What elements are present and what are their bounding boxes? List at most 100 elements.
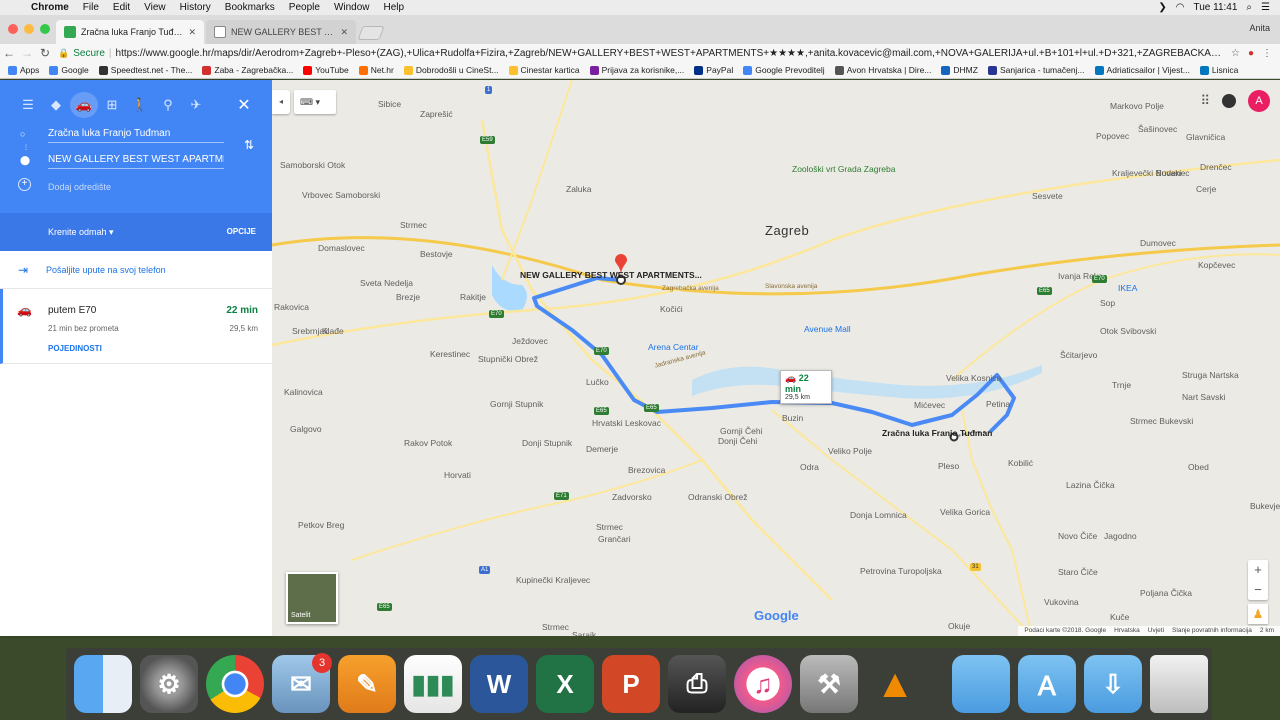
place-label[interactable]: Otok Svibovski [1100, 326, 1156, 336]
send-to-phone[interactable]: ⇥ Pošaljite upute na svoj telefon [0, 251, 272, 289]
bookmark-item[interactable]: Apps [8, 65, 39, 75]
bookmark-item[interactable]: DHMZ [941, 65, 978, 75]
menu-view[interactable]: View [137, 2, 173, 13]
bookmark-item[interactable]: Lisnica [1199, 65, 1238, 75]
car-mode-icon[interactable]: 🚗 [70, 92, 98, 118]
place-label[interactable]: Kalinovica [284, 387, 323, 397]
close-directions-icon[interactable]: ✕ [230, 95, 258, 115]
place-label[interactable]: Jagodno [1104, 531, 1137, 541]
avatar[interactable]: A [1248, 90, 1270, 112]
zoom-window-button[interactable] [40, 24, 50, 34]
place-label[interactable]: Struga Nartska [1182, 370, 1239, 380]
place-label[interactable]: Poljana Čička [1140, 588, 1192, 598]
mail-icon[interactable]: ✉ 3 [272, 653, 332, 713]
keyboard-button[interactable]: ⌨ ▾ [294, 90, 336, 114]
place-label[interactable]: Samoborski Otok [280, 160, 345, 170]
place-label[interactable]: Odranski Obrež [688, 492, 748, 502]
word-icon[interactable]: W [470, 655, 528, 713]
place-label[interactable]: Lučko [586, 377, 609, 387]
chrome-icon[interactable] [206, 655, 264, 713]
route-details-link[interactable]: POJEDINOSTI [48, 344, 102, 353]
place-label[interactable]: Domaslovec [318, 243, 365, 253]
place-label[interactable]: Popovec [1096, 131, 1129, 141]
bike-mode-icon[interactable]: ⚲ [154, 97, 182, 113]
city-label[interactable]: Zagreb [765, 223, 809, 238]
depart-time-dropdown[interactable]: Krenite odmah ▾ [48, 227, 114, 238]
place-label[interactable]: Novo Čiče [1058, 531, 1097, 541]
downloads-folder-icon[interactable]: ⇩ [1084, 655, 1142, 713]
hamburger-menu-icon[interactable]: ☰ [14, 97, 42, 113]
destination-field[interactable]: NEW GALLERY BEST WEST APARTMENTS [48, 154, 224, 169]
destination-label[interactable]: NEW GALLERY BEST WEST APARTMENTS... [520, 270, 702, 280]
migration-icon[interactable]: ⚒ [800, 655, 858, 713]
menu-help[interactable]: Help [377, 2, 412, 13]
place-label[interactable]: Bestovje [420, 249, 453, 259]
place-label[interactable]: Staro Čiče [1058, 567, 1098, 577]
place-label[interactable]: Horvati [444, 470, 471, 480]
map-canvas[interactable]: ◂ ⌨ ▾ ⠿ A Sibice Zaprešić Samoborski Otok V… [272, 80, 1280, 636]
menu-history[interactable]: History [173, 2, 218, 13]
numbers-icon[interactable]: ▮▮▮ [404, 655, 462, 713]
place-label[interactable]: Strmec Bukevski [1130, 416, 1193, 426]
menu-file[interactable]: File [76, 2, 106, 13]
place-label[interactable]: Strmec [400, 220, 427, 230]
place-label[interactable]: Srebrnjak [292, 326, 328, 336]
minimize-window-button[interactable] [24, 24, 34, 34]
feedback-link[interactable]: Slanje povratnih informacija [1172, 627, 1252, 635]
place-label[interactable]: Kopčevec [1198, 260, 1235, 270]
place-label[interactable]: Kerestinec [430, 349, 470, 359]
best-mode-icon[interactable]: ◆ [42, 97, 70, 113]
place-label[interactable]: Glavničica [1186, 132, 1225, 142]
extension-icon[interactable]: ● [1248, 48, 1254, 59]
url-text[interactable]: https://www.google.hr/maps/dir/Aerodrom+… [116, 48, 1223, 59]
place-label[interactable]: Rakitje [460, 292, 486, 302]
tab-gallery[interactable]: NEW GALLERY BEST WEST AP ✕ [206, 20, 356, 44]
bookmark-item[interactable]: Net.hr [358, 65, 394, 75]
place-label[interactable]: Šćitarjevo [1060, 350, 1097, 360]
place-label[interactable]: Dumovec [1140, 238, 1176, 248]
bookmark-item[interactable]: Dobrodošli u CineSt... [403, 65, 499, 75]
place-label[interactable]: Lazina Čička [1066, 480, 1115, 490]
place-label[interactable]: Petkov Breg [298, 520, 344, 530]
flight-mode-icon[interactable]: ✈ [182, 97, 210, 113]
place-label[interactable]: Donja Lomnica [850, 510, 907, 520]
sound-icon[interactable]: ❯ [1158, 2, 1166, 13]
place-label[interactable]: Bukevje [1250, 501, 1280, 511]
place-label[interactable]: Grančari [598, 534, 631, 544]
menu-kebab-icon[interactable]: ⋮ [1262, 48, 1272, 59]
bookmark-item[interactable]: Speedtest.net - The... [98, 65, 192, 75]
bookmark-item[interactable]: Adriaticsailor | Vijest... [1094, 65, 1190, 75]
back-icon[interactable]: ← [0, 46, 18, 60]
place-label[interactable]: Kupinečki Kraljevec [516, 575, 590, 585]
applications-folder-icon[interactable]: Ａ [1018, 655, 1076, 713]
forward-icon[interactable]: → [18, 46, 36, 60]
system-preferences-icon[interactable]: ⚙ [140, 655, 198, 713]
notification-center-icon[interactable]: ☰ [1261, 2, 1270, 13]
pegman-icon[interactable]: ♟ [1248, 604, 1268, 624]
place-label[interactable]: Mićevec [914, 400, 945, 410]
place-label[interactable]: Donji Čehi [718, 436, 757, 446]
place-label[interactable]: Strmec [596, 522, 623, 532]
scale-bar[interactable]: 2 km [1260, 627, 1274, 635]
spotlight-icon[interactable]: ⌕ [1246, 2, 1252, 13]
place-label[interactable]: Zoološki vrt Grada Zagreba [792, 164, 895, 174]
add-destination-icon[interactable]: + [18, 178, 31, 191]
clock[interactable]: Tue 11:41 [1194, 2, 1238, 13]
place-label[interactable]: Rakov Potok [404, 438, 452, 448]
place-label[interactable]: Velika Kosnica [946, 373, 1001, 383]
close-window-button[interactable] [8, 24, 18, 34]
place-label[interactable]: Strmec [542, 622, 569, 632]
place-label[interactable]: Gornji Stupnik [490, 399, 543, 409]
swap-icon[interactable]: ⇅ [244, 138, 254, 152]
folder-icon[interactable] [952, 655, 1010, 713]
place-label[interactable]: Hrvatski Leskovac [592, 418, 661, 428]
close-tab-icon[interactable]: ✕ [188, 27, 196, 38]
place-label[interactable]: Markovo Polje [1110, 101, 1164, 111]
menu-edit[interactable]: Edit [106, 2, 137, 13]
close-tab-icon[interactable]: ✕ [340, 27, 348, 38]
place-label[interactable]: Avenue Mall [804, 324, 851, 334]
place-label[interactable]: Demerje [586, 444, 618, 454]
place-label[interactable]: Kočići [660, 304, 683, 314]
place-label[interactable]: Arena Centar [648, 342, 699, 352]
google-apps-icon[interactable]: ⠿ [1200, 93, 1210, 109]
